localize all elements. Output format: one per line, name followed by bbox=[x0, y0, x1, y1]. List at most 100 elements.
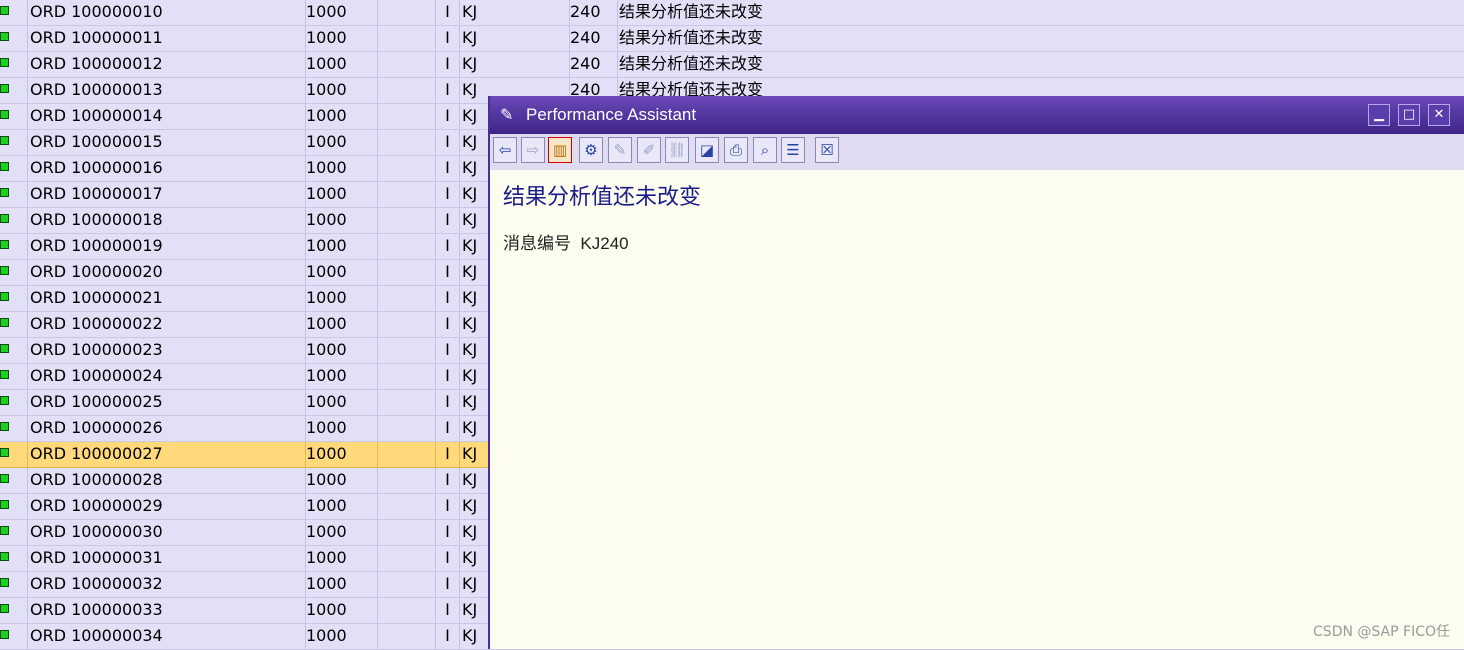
object-cell[interactable]: ORD 100000028 bbox=[28, 468, 306, 493]
object-cell[interactable]: ORD 100000033 bbox=[28, 598, 306, 623]
object-cell[interactable]: ORD 100000032 bbox=[28, 572, 306, 597]
object-cell[interactable]: ORD 100000021 bbox=[28, 286, 306, 311]
status-cell[interactable] bbox=[0, 104, 28, 129]
status-cell[interactable] bbox=[0, 416, 28, 441]
message-type-cell[interactable]: I bbox=[436, 78, 460, 103]
message-type-cell[interactable]: I bbox=[436, 338, 460, 363]
quantity-cell[interactable]: 1000 bbox=[304, 598, 378, 623]
object-cell[interactable]: ORD 100000025 bbox=[28, 390, 306, 415]
message-type-cell[interactable]: I bbox=[436, 390, 460, 415]
bookmark-button[interactable]: ◪ bbox=[695, 137, 719, 163]
quantity-cell[interactable]: 1000 bbox=[304, 208, 378, 233]
object-cell[interactable]: ORD 100000019 bbox=[28, 234, 306, 259]
status-cell[interactable] bbox=[0, 520, 28, 545]
empty-cell[interactable] bbox=[376, 260, 436, 285]
message-type-cell[interactable]: I bbox=[436, 208, 460, 233]
object-cell[interactable]: ORD 100000010 bbox=[28, 0, 306, 25]
message-type-cell[interactable]: I bbox=[436, 598, 460, 623]
object-cell[interactable]: ORD 100000013 bbox=[28, 78, 306, 103]
quantity-cell[interactable]: 1000 bbox=[304, 0, 378, 25]
object-cell[interactable]: ORD 100000015 bbox=[28, 130, 306, 155]
message-type-cell[interactable]: I bbox=[436, 260, 460, 285]
message-type-cell[interactable]: I bbox=[436, 364, 460, 389]
status-cell[interactable] bbox=[0, 312, 28, 337]
status-cell[interactable] bbox=[0, 468, 28, 493]
object-cell[interactable]: ORD 100000014 bbox=[28, 104, 306, 129]
object-cell[interactable]: ORD 100000022 bbox=[28, 312, 306, 337]
maximize-button[interactable]: □ bbox=[1398, 104, 1420, 126]
object-cell[interactable]: ORD 100000023 bbox=[28, 338, 306, 363]
empty-cell[interactable] bbox=[376, 156, 436, 181]
quantity-cell[interactable]: 1000 bbox=[304, 442, 378, 467]
edit-button[interactable]: ✎ bbox=[608, 137, 632, 163]
status-cell[interactable] bbox=[0, 338, 28, 363]
object-cell[interactable]: ORD 100000030 bbox=[28, 520, 306, 545]
empty-cell[interactable] bbox=[376, 312, 436, 337]
empty-cell[interactable] bbox=[376, 468, 436, 493]
status-cell[interactable] bbox=[0, 130, 28, 155]
empty-cell[interactable] bbox=[376, 52, 436, 77]
quantity-cell[interactable]: 1000 bbox=[304, 182, 378, 207]
status-cell[interactable] bbox=[0, 390, 28, 415]
message-class-cell[interactable]: KJ bbox=[460, 52, 570, 77]
status-cell[interactable] bbox=[0, 156, 28, 181]
object-cell[interactable]: ORD 100000031 bbox=[28, 546, 306, 571]
empty-cell[interactable] bbox=[376, 494, 436, 519]
message-type-cell[interactable]: I bbox=[436, 156, 460, 181]
message-type-cell[interactable]: I bbox=[436, 572, 460, 597]
message-type-cell[interactable]: I bbox=[436, 234, 460, 259]
quantity-cell[interactable]: 1000 bbox=[304, 130, 378, 155]
status-cell[interactable] bbox=[0, 182, 28, 207]
empty-cell[interactable] bbox=[376, 0, 436, 25]
empty-cell[interactable] bbox=[376, 442, 436, 467]
object-cell[interactable]: ORD 100000026 bbox=[28, 416, 306, 441]
message-type-cell[interactable]: I bbox=[436, 416, 460, 441]
notes-button[interactable]: ☰ bbox=[781, 137, 805, 163]
object-cell[interactable]: ORD 100000020 bbox=[28, 260, 306, 285]
empty-cell[interactable] bbox=[376, 26, 436, 51]
message-type-cell[interactable]: I bbox=[436, 624, 460, 649]
quantity-cell[interactable]: 1000 bbox=[304, 312, 378, 337]
status-cell[interactable] bbox=[0, 78, 28, 103]
object-cell[interactable]: ORD 100000034 bbox=[28, 624, 306, 649]
message-type-cell[interactable]: I bbox=[436, 442, 460, 467]
message-number-cell[interactable]: 240 bbox=[568, 26, 618, 51]
back-arrow-button[interactable]: ⇦ bbox=[493, 137, 517, 163]
message-type-cell[interactable]: I bbox=[436, 546, 460, 571]
edit-pencil-button[interactable]: ✐ bbox=[637, 137, 661, 163]
quantity-cell[interactable]: 1000 bbox=[304, 26, 378, 51]
empty-cell[interactable] bbox=[376, 624, 436, 649]
object-cell[interactable]: ORD 100000024 bbox=[28, 364, 306, 389]
status-cell[interactable] bbox=[0, 598, 28, 623]
empty-cell[interactable] bbox=[376, 104, 436, 129]
message-type-cell[interactable]: I bbox=[436, 468, 460, 493]
message-type-cell[interactable]: I bbox=[436, 26, 460, 51]
empty-cell[interactable] bbox=[376, 78, 436, 103]
object-cell[interactable]: ORD 100000016 bbox=[28, 156, 306, 181]
message-type-cell[interactable]: I bbox=[436, 520, 460, 545]
forward-arrow-button[interactable]: ⇨ bbox=[521, 137, 545, 163]
message-type-cell[interactable]: I bbox=[436, 0, 460, 25]
empty-cell[interactable] bbox=[376, 286, 436, 311]
message-type-cell[interactable]: I bbox=[436, 52, 460, 77]
quantity-cell[interactable]: 1000 bbox=[304, 572, 378, 597]
empty-cell[interactable] bbox=[376, 416, 436, 441]
object-cell[interactable]: ORD 100000011 bbox=[28, 26, 306, 51]
empty-cell[interactable] bbox=[376, 130, 436, 155]
quantity-cell[interactable]: 1000 bbox=[304, 156, 378, 181]
object-cell[interactable]: ORD 100000029 bbox=[28, 494, 306, 519]
message-number-cell[interactable]: 240 bbox=[568, 52, 618, 77]
message-type-cell[interactable]: I bbox=[436, 494, 460, 519]
status-cell[interactable] bbox=[0, 208, 28, 233]
technical-info-button[interactable]: ⚙ bbox=[579, 137, 603, 163]
quantity-cell[interactable]: 1000 bbox=[304, 624, 378, 649]
empty-cell[interactable] bbox=[376, 572, 436, 597]
quantity-cell[interactable]: 1000 bbox=[304, 468, 378, 493]
quantity-cell[interactable]: 1000 bbox=[304, 104, 378, 129]
empty-cell[interactable] bbox=[376, 390, 436, 415]
empty-cell[interactable] bbox=[376, 338, 436, 363]
quantity-cell[interactable]: 1000 bbox=[304, 364, 378, 389]
status-cell[interactable] bbox=[0, 494, 28, 519]
message-text-cell[interactable]: 结果分析值还未改变 bbox=[616, 0, 1464, 25]
message-class-cell[interactable]: KJ bbox=[460, 0, 570, 25]
